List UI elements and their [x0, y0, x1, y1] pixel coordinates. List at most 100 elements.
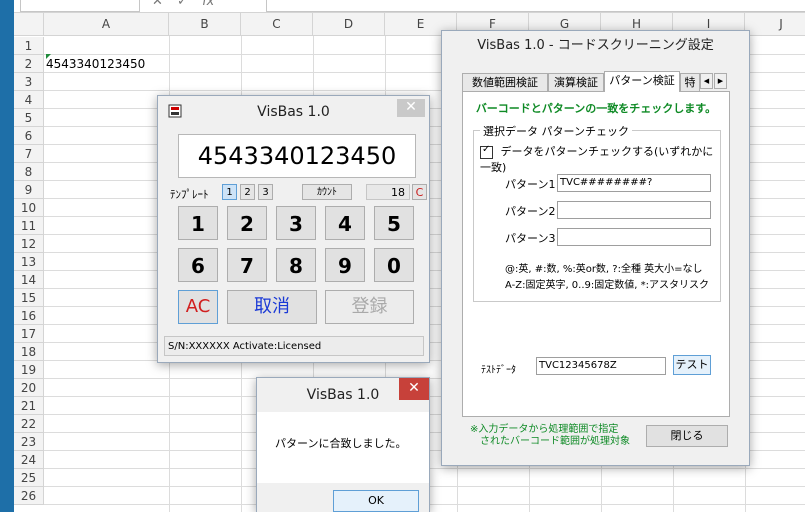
pattern3-input[interactable] — [557, 228, 711, 246]
column-header-j[interactable]: J — [745, 13, 805, 35]
note-line1: ※入力データから処理範囲で指定 — [470, 424, 619, 435]
count-clear-button[interactable]: C — [412, 184, 427, 200]
insert-function-icon[interactable]: fx — [202, 0, 214, 9]
cancel-button[interactable]: 取消 — [227, 290, 317, 324]
test-button[interactable]: テスト — [673, 355, 711, 375]
cancel-formula-icon[interactable]: ✕ — [152, 0, 163, 9]
pattern2-label: パターン2 — [505, 205, 556, 218]
row-header-16[interactable]: 16 — [14, 307, 44, 325]
tab-pattern[interactable]: パターン検証 — [604, 71, 680, 92]
ok-button[interactable]: OK — [333, 490, 419, 512]
row-header-13[interactable]: 13 — [14, 253, 44, 271]
pattern2-input[interactable] — [557, 201, 711, 219]
match-message-box: VisBas 1.0 ✕ パターンに合致しました。 OK — [256, 377, 430, 512]
template-2-button[interactable]: 2 — [240, 184, 255, 200]
pattern1-label: パターン1 — [505, 178, 556, 191]
row-header-6[interactable]: 6 — [14, 127, 44, 145]
key-1[interactable]: 1 — [178, 206, 218, 240]
row-header-2[interactable]: 2 — [14, 55, 44, 73]
enter-formula-icon[interactable]: ✓ — [177, 0, 188, 9]
row-header-9[interactable]: 9 — [14, 181, 44, 199]
count-value: 18 — [366, 184, 410, 200]
key-4[interactable]: 4 — [325, 206, 365, 240]
name-box[interactable] — [20, 0, 140, 12]
key-9[interactable]: 9 — [325, 248, 365, 282]
note-line2: されたバーコード範囲が処理対象 — [470, 436, 630, 447]
row-header-25[interactable]: 25 — [14, 469, 44, 487]
tab-scroll-left-icon[interactable]: ◀ — [700, 73, 713, 89]
row-header-4[interactable]: 4 — [14, 91, 44, 109]
barcode-display: 4543340123450 — [178, 134, 416, 178]
formula-bar: ✕ ✓ fx — [14, 0, 805, 13]
row-header-19[interactable]: 19 — [14, 361, 44, 379]
message-text: パターンに合致しました。 — [275, 437, 407, 450]
test-data-label: ﾃｽﾄﾃﾞｰﾀ — [481, 365, 516, 376]
tab-special[interactable]: 特 — [680, 73, 700, 91]
column-header-d[interactable]: D — [313, 13, 385, 35]
pattern-check-group: 選択データ パターンチェック データをパターンチェックする(いずれかに一致) パ… — [473, 123, 721, 302]
pattern3-label: パターン3 — [505, 232, 556, 245]
key-8[interactable]: 8 — [276, 248, 316, 282]
pattern-check-option[interactable]: データをパターンチェックする(いずれかに一致) — [480, 143, 720, 175]
row-header-1[interactable]: 1 — [14, 37, 44, 55]
pattern-hint-line2: A-Z:固定英字, 0..9:固定数値, *:アスタリスク — [505, 280, 709, 291]
template-label: ﾃﾝﾌﾟﾚｰﾄ — [170, 188, 209, 201]
tab-scroll-right-icon[interactable]: ▶ — [714, 73, 727, 89]
row-header-10[interactable]: 10 — [14, 199, 44, 217]
row-header-8[interactable]: 8 — [14, 163, 44, 181]
visbas-keypad-window: VisBas 1.0 ✕ 4543340123450 ﾃﾝﾌﾟﾚｰﾄ 1 2 3… — [157, 95, 430, 363]
cell-a2[interactable]: 4543340123450 — [46, 55, 145, 73]
column-header-a[interactable]: A — [44, 13, 169, 35]
keypad-window-title: VisBas 1.0 — [158, 96, 429, 128]
row-header-7[interactable]: 7 — [14, 145, 44, 163]
row-header-18[interactable]: 18 — [14, 343, 44, 361]
template-3-button[interactable]: 3 — [258, 184, 273, 200]
formula-input[interactable] — [266, 0, 805, 12]
tab-numeric-range[interactable]: 数値範囲検証 — [462, 73, 548, 91]
row-header-22[interactable]: 22 — [14, 415, 44, 433]
app-icon — [168, 104, 182, 118]
test-data-input[interactable]: TVC12345678Z — [536, 357, 666, 375]
count-button[interactable]: ｶｳﾝﾄ — [302, 184, 352, 200]
row-header-15[interactable]: 15 — [14, 289, 44, 307]
template-1-button[interactable]: 1 — [222, 184, 237, 200]
pattern-check-label: データをパターンチェックする(いずれかに一致) — [480, 145, 714, 174]
column-header-b[interactable]: B — [169, 13, 241, 35]
row-header-5[interactable]: 5 — [14, 109, 44, 127]
row-header-26[interactable]: 26 — [14, 487, 44, 505]
tab-calculation[interactable]: 演算検証 — [548, 73, 604, 91]
pattern-check-checkbox[interactable] — [480, 144, 493, 159]
row-header-12[interactable]: 12 — [14, 235, 44, 253]
pattern1-input[interactable]: TVC########? — [557, 174, 711, 192]
pattern-hint-line1: @:英, #:数, %:英or数, ?:全種 英大小=なし — [505, 264, 703, 275]
row-header-24[interactable]: 24 — [14, 451, 44, 469]
column-header-c[interactable]: C — [241, 13, 313, 35]
all-clear-button[interactable]: AC — [178, 290, 218, 324]
register-button[interactable]: 登録 — [325, 290, 414, 324]
formula-bar-buttons: ✕ ✓ fx — [152, 0, 262, 10]
group-title: 選択データ パターンチェック — [480, 123, 632, 139]
row-header-20[interactable]: 20 — [14, 379, 44, 397]
code-screening-settings-window: VisBas 1.0 - コードスクリーニング設定 数値範囲検証 演算検証 パタ… — [441, 30, 750, 466]
row-header-3[interactable]: 3 — [14, 73, 44, 91]
settings-close-button[interactable]: 閉じる — [646, 425, 728, 447]
panel-heading: バーコードとパターンの一致をチェックします。 — [475, 102, 717, 115]
settings-window-title: VisBas 1.0 - コードスクリーニング設定 — [442, 31, 749, 61]
message-box-close-button[interactable]: ✕ — [399, 378, 429, 400]
key-7[interactable]: 7 — [227, 248, 267, 282]
key-6[interactable]: 6 — [178, 248, 218, 282]
processing-range-note: ※入力データから処理範囲で指定 されたバーコード範囲が処理対象 — [470, 424, 630, 448]
key-2[interactable]: 2 — [227, 206, 267, 240]
row-header-11[interactable]: 11 — [14, 217, 44, 235]
keypad-close-button[interactable]: ✕ — [397, 99, 425, 117]
key-0[interactable]: 0 — [374, 248, 414, 282]
row-header-21[interactable]: 21 — [14, 397, 44, 415]
message-body: パターンに合致しました。 — [257, 412, 429, 483]
row-header-23[interactable]: 23 — [14, 433, 44, 451]
license-status-bar: S/N:XXXXXX Activate:Licensed — [164, 336, 424, 356]
key-3[interactable]: 3 — [276, 206, 316, 240]
row-header-14[interactable]: 14 — [14, 271, 44, 289]
key-5[interactable]: 5 — [374, 206, 414, 240]
row-header-17[interactable]: 17 — [14, 325, 44, 343]
select-all-corner[interactable] — [14, 13, 44, 35]
